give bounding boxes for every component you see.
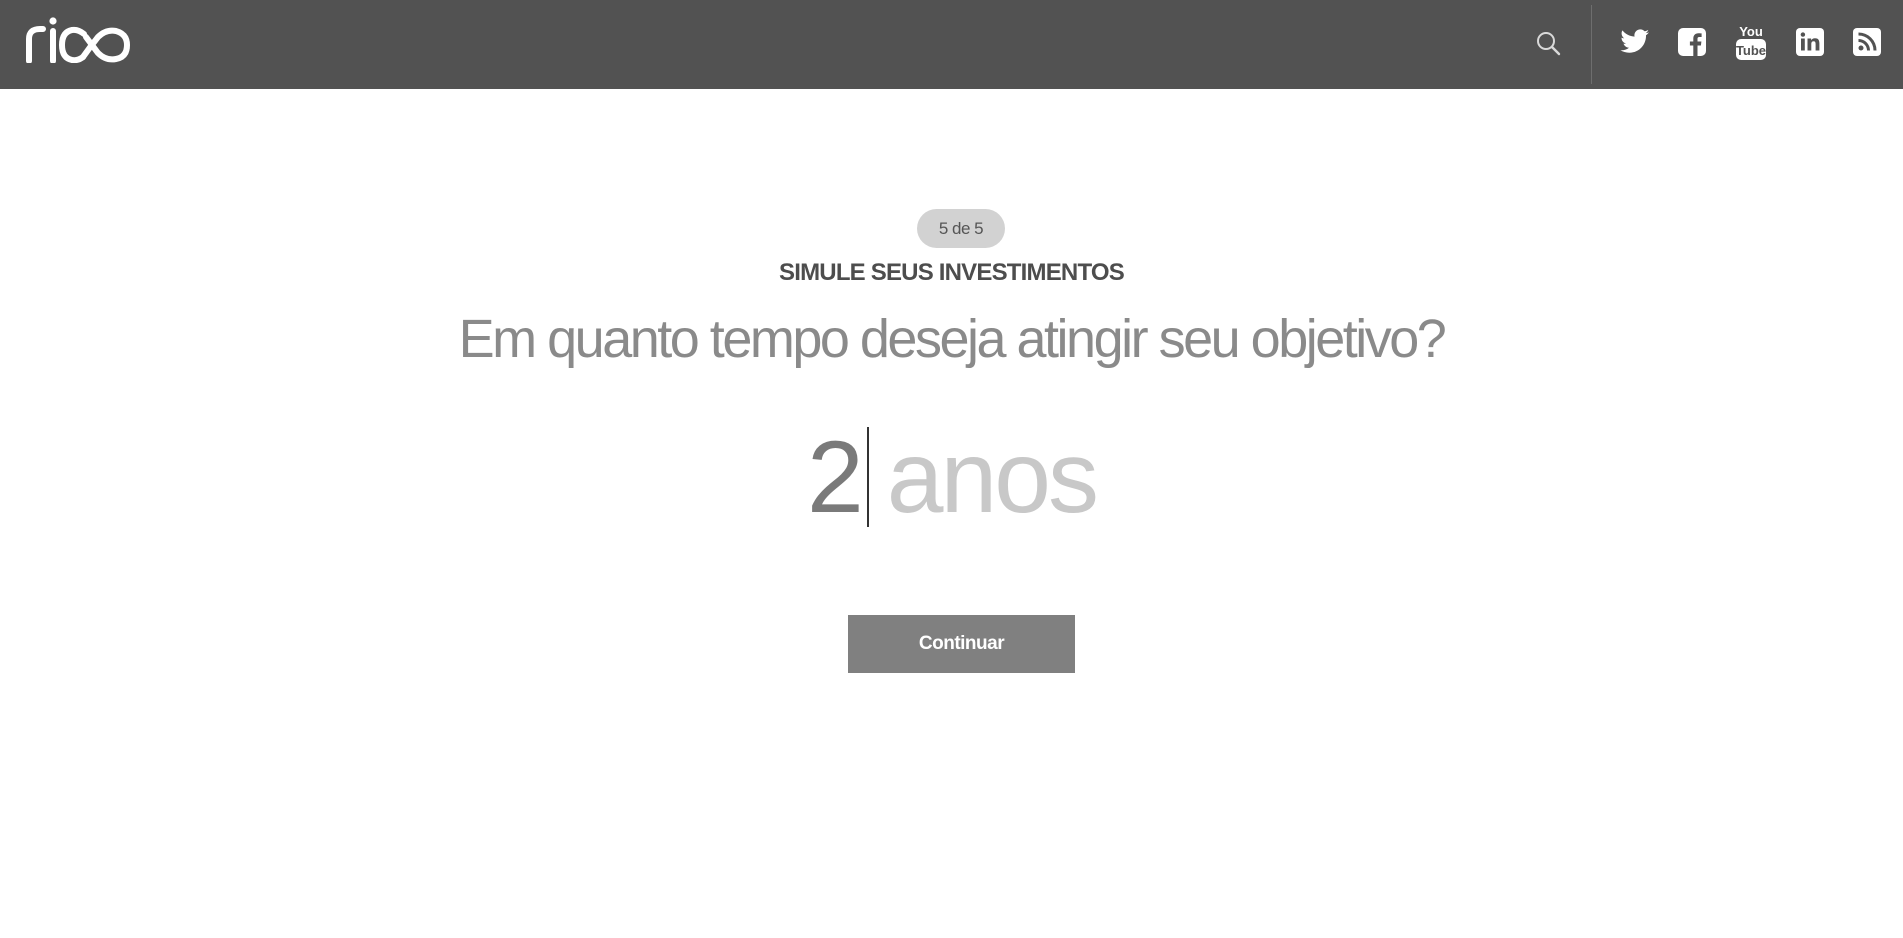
rico-logo[interactable] — [26, 17, 132, 64]
years-unit-label: anos — [886, 420, 1099, 534]
years-input-value[interactable]: 2 — [807, 426, 864, 528]
linkedin-link[interactable] — [1793, 25, 1827, 59]
twitter-link[interactable] — [1618, 25, 1652, 59]
header-divider — [1591, 5, 1592, 84]
rico-logo-mark — [26, 17, 131, 64]
svg-text:Tube: Tube — [1736, 43, 1766, 58]
section-title: SIMULE SEUS INVESTIMENTOS — [779, 259, 1125, 286]
svg-text:You: You — [1739, 24, 1763, 39]
continue-button[interactable]: Continuar — [848, 615, 1075, 673]
youtube-icon: You Tube — [1736, 24, 1766, 60]
top-navigation-bar: You Tube — [0, 0, 1903, 89]
facebook-link[interactable] — [1675, 25, 1709, 59]
simulator-step: 5 de 5 SIMULE SEUS INVESTIMENTOS Em quan… — [0, 89, 1903, 938]
step-indicator-badge: 5 de 5 — [917, 209, 1005, 248]
twitter-icon — [1620, 29, 1649, 53]
rss-icon — [1853, 28, 1881, 56]
rss-link[interactable] — [1850, 25, 1884, 59]
search-icon — [1537, 32, 1561, 56]
search-button[interactable] — [1535, 30, 1561, 56]
years-input[interactable]: 2 anos — [0, 422, 1903, 532]
linkedin-icon — [1796, 28, 1824, 56]
text-cursor — [866, 427, 869, 527]
youtube-link[interactable]: You Tube — [1734, 24, 1768, 60]
facebook-icon — [1678, 28, 1706, 56]
question-heading: Em quanto tempo deseja atingir seu objet… — [458, 309, 1447, 369]
